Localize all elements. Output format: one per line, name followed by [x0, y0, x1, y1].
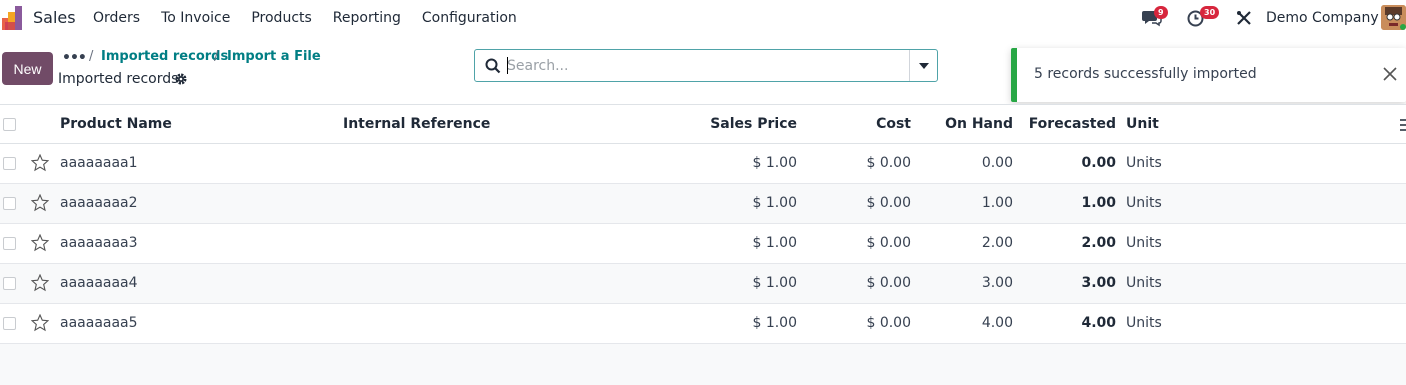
search-bar — [474, 49, 938, 82]
debug-tools-icon[interactable] — [1236, 10, 1252, 26]
cell-unit: Units — [1126, 235, 1162, 251]
menu-reporting[interactable]: Reporting — [333, 10, 401, 26]
column-on-hand[interactable]: On Hand — [945, 116, 1013, 132]
cell-cost: $ 0.00 — [866, 315, 911, 331]
product-list-table: Product Name Internal Reference Sales Pr… — [0, 104, 1406, 344]
favorite-star-icon[interactable] — [31, 154, 49, 172]
cell-cost: $ 0.00 — [866, 155, 911, 171]
breadcrumb-more-icon[interactable]: ••• — [62, 50, 87, 66]
column-forecasted[interactable]: Forecasted — [1029, 116, 1116, 132]
cell-sales-price: $ 1.00 — [752, 195, 797, 211]
cell-cost: $ 0.00 — [866, 235, 911, 251]
breadcrumb-separator: / — [89, 49, 94, 64]
cell-product-name: aaaaaaaa1 — [60, 155, 138, 171]
gear-icon[interactable] — [174, 72, 188, 86]
success-notification: 5 records successfully imported — [1011, 48, 1406, 102]
cell-on-hand: 2.00 — [981, 235, 1013, 251]
notification-message: 5 records successfully imported — [1034, 66, 1257, 82]
activities-badge: 30 — [1200, 6, 1220, 19]
menu-products[interactable]: Products — [251, 10, 311, 26]
row-checkbox[interactable] — [3, 197, 16, 210]
cell-cost: $ 0.00 — [866, 275, 911, 291]
row-checkbox[interactable] — [3, 277, 16, 290]
cell-product-name: aaaaaaaa2 — [60, 195, 138, 211]
cell-unit: Units — [1126, 155, 1162, 171]
top-navbar: Sales Orders To Invoice Products Reporti… — [0, 0, 1406, 36]
table-row[interactable]: aaaaaaaa3 $ 1.00 $ 0.00 2.00 2.00 Units — [0, 224, 1406, 264]
table-header: Product Name Internal Reference Sales Pr… — [0, 104, 1406, 144]
cell-product-name: aaaaaaaa4 — [60, 275, 138, 291]
cell-forecasted: 4.00 — [1081, 315, 1116, 331]
app-name[interactable]: Sales — [33, 8, 76, 27]
cell-forecasted: 0.00 — [1081, 155, 1116, 171]
column-internal-reference[interactable]: Internal Reference — [343, 116, 490, 132]
messages-badge: 9 — [1154, 6, 1168, 19]
company-switcher[interactable]: Demo Company — [1266, 10, 1379, 26]
close-icon[interactable] — [1381, 65, 1399, 83]
cell-on-hand: 4.00 — [981, 315, 1013, 331]
row-checkbox[interactable] — [3, 237, 16, 250]
breadcrumb-separator: / — [214, 49, 219, 64]
cell-unit: Units — [1126, 315, 1162, 331]
menu-configuration[interactable]: Configuration — [422, 10, 517, 26]
select-all-checkbox[interactable] — [3, 118, 16, 131]
optional-columns-icon[interactable] — [1398, 118, 1406, 132]
table-row[interactable]: aaaaaaaa2 $ 1.00 $ 0.00 1.00 1.00 Units — [0, 184, 1406, 224]
new-button[interactable]: New — [2, 52, 53, 85]
text-cursor — [507, 57, 508, 74]
list-empty-area — [0, 345, 1406, 385]
search-icon — [485, 58, 501, 74]
column-sales-price[interactable]: Sales Price — [710, 116, 797, 132]
column-cost[interactable]: Cost — [876, 116, 911, 132]
cell-product-name: aaaaaaaa5 — [60, 315, 138, 331]
page-title: Imported records — [58, 71, 179, 87]
cell-cost: $ 0.00 — [866, 195, 911, 211]
cell-sales-price: $ 1.00 — [752, 235, 797, 251]
main-menu: Orders To Invoice Products Reporting Con… — [93, 10, 538, 26]
search-input[interactable] — [507, 51, 907, 80]
favorite-star-icon[interactable] — [31, 194, 49, 212]
table-row[interactable]: aaaaaaaa1 $ 1.00 $ 0.00 0.00 0.00 Units — [0, 144, 1406, 184]
menu-to-invoice[interactable]: To Invoice — [161, 10, 230, 26]
cell-sales-price: $ 1.00 — [752, 275, 797, 291]
cell-product-name: aaaaaaaa3 — [60, 235, 138, 251]
menu-orders[interactable]: Orders — [93, 10, 140, 26]
column-unit[interactable]: Unit — [1126, 116, 1159, 132]
column-product-name[interactable]: Product Name — [60, 116, 172, 132]
table-row[interactable]: aaaaaaaa4 $ 1.00 $ 0.00 3.00 3.00 Units — [0, 264, 1406, 304]
cell-on-hand: 3.00 — [981, 275, 1013, 291]
row-checkbox[interactable] — [3, 317, 16, 330]
table-row[interactable]: aaaaaaaa5 $ 1.00 $ 0.00 4.00 4.00 Units — [0, 304, 1406, 344]
user-avatar[interactable] — [1381, 5, 1406, 30]
caret-down-icon — [919, 62, 929, 69]
cell-unit: Units — [1126, 275, 1162, 291]
cell-forecasted: 3.00 — [1081, 275, 1116, 291]
favorite-star-icon[interactable] — [31, 234, 49, 252]
breadcrumb-import-file[interactable]: Import a File — [227, 49, 321, 64]
cell-on-hand: 1.00 — [981, 195, 1013, 211]
breadcrumb-imported-records[interactable]: Imported records — [101, 49, 228, 64]
cell-forecasted: 2.00 — [1081, 235, 1116, 251]
favorite-star-icon[interactable] — [31, 314, 49, 332]
sales-app-icon[interactable] — [2, 6, 24, 30]
cell-on-hand: 0.00 — [981, 155, 1013, 171]
search-options-toggle[interactable] — [909, 50, 938, 81]
cell-sales-price: $ 1.00 — [752, 315, 797, 331]
cell-sales-price: $ 1.00 — [752, 155, 797, 171]
cell-forecasted: 1.00 — [1081, 195, 1116, 211]
favorite-star-icon[interactable] — [31, 274, 49, 292]
cell-unit: Units — [1126, 195, 1162, 211]
row-checkbox[interactable] — [3, 157, 16, 170]
